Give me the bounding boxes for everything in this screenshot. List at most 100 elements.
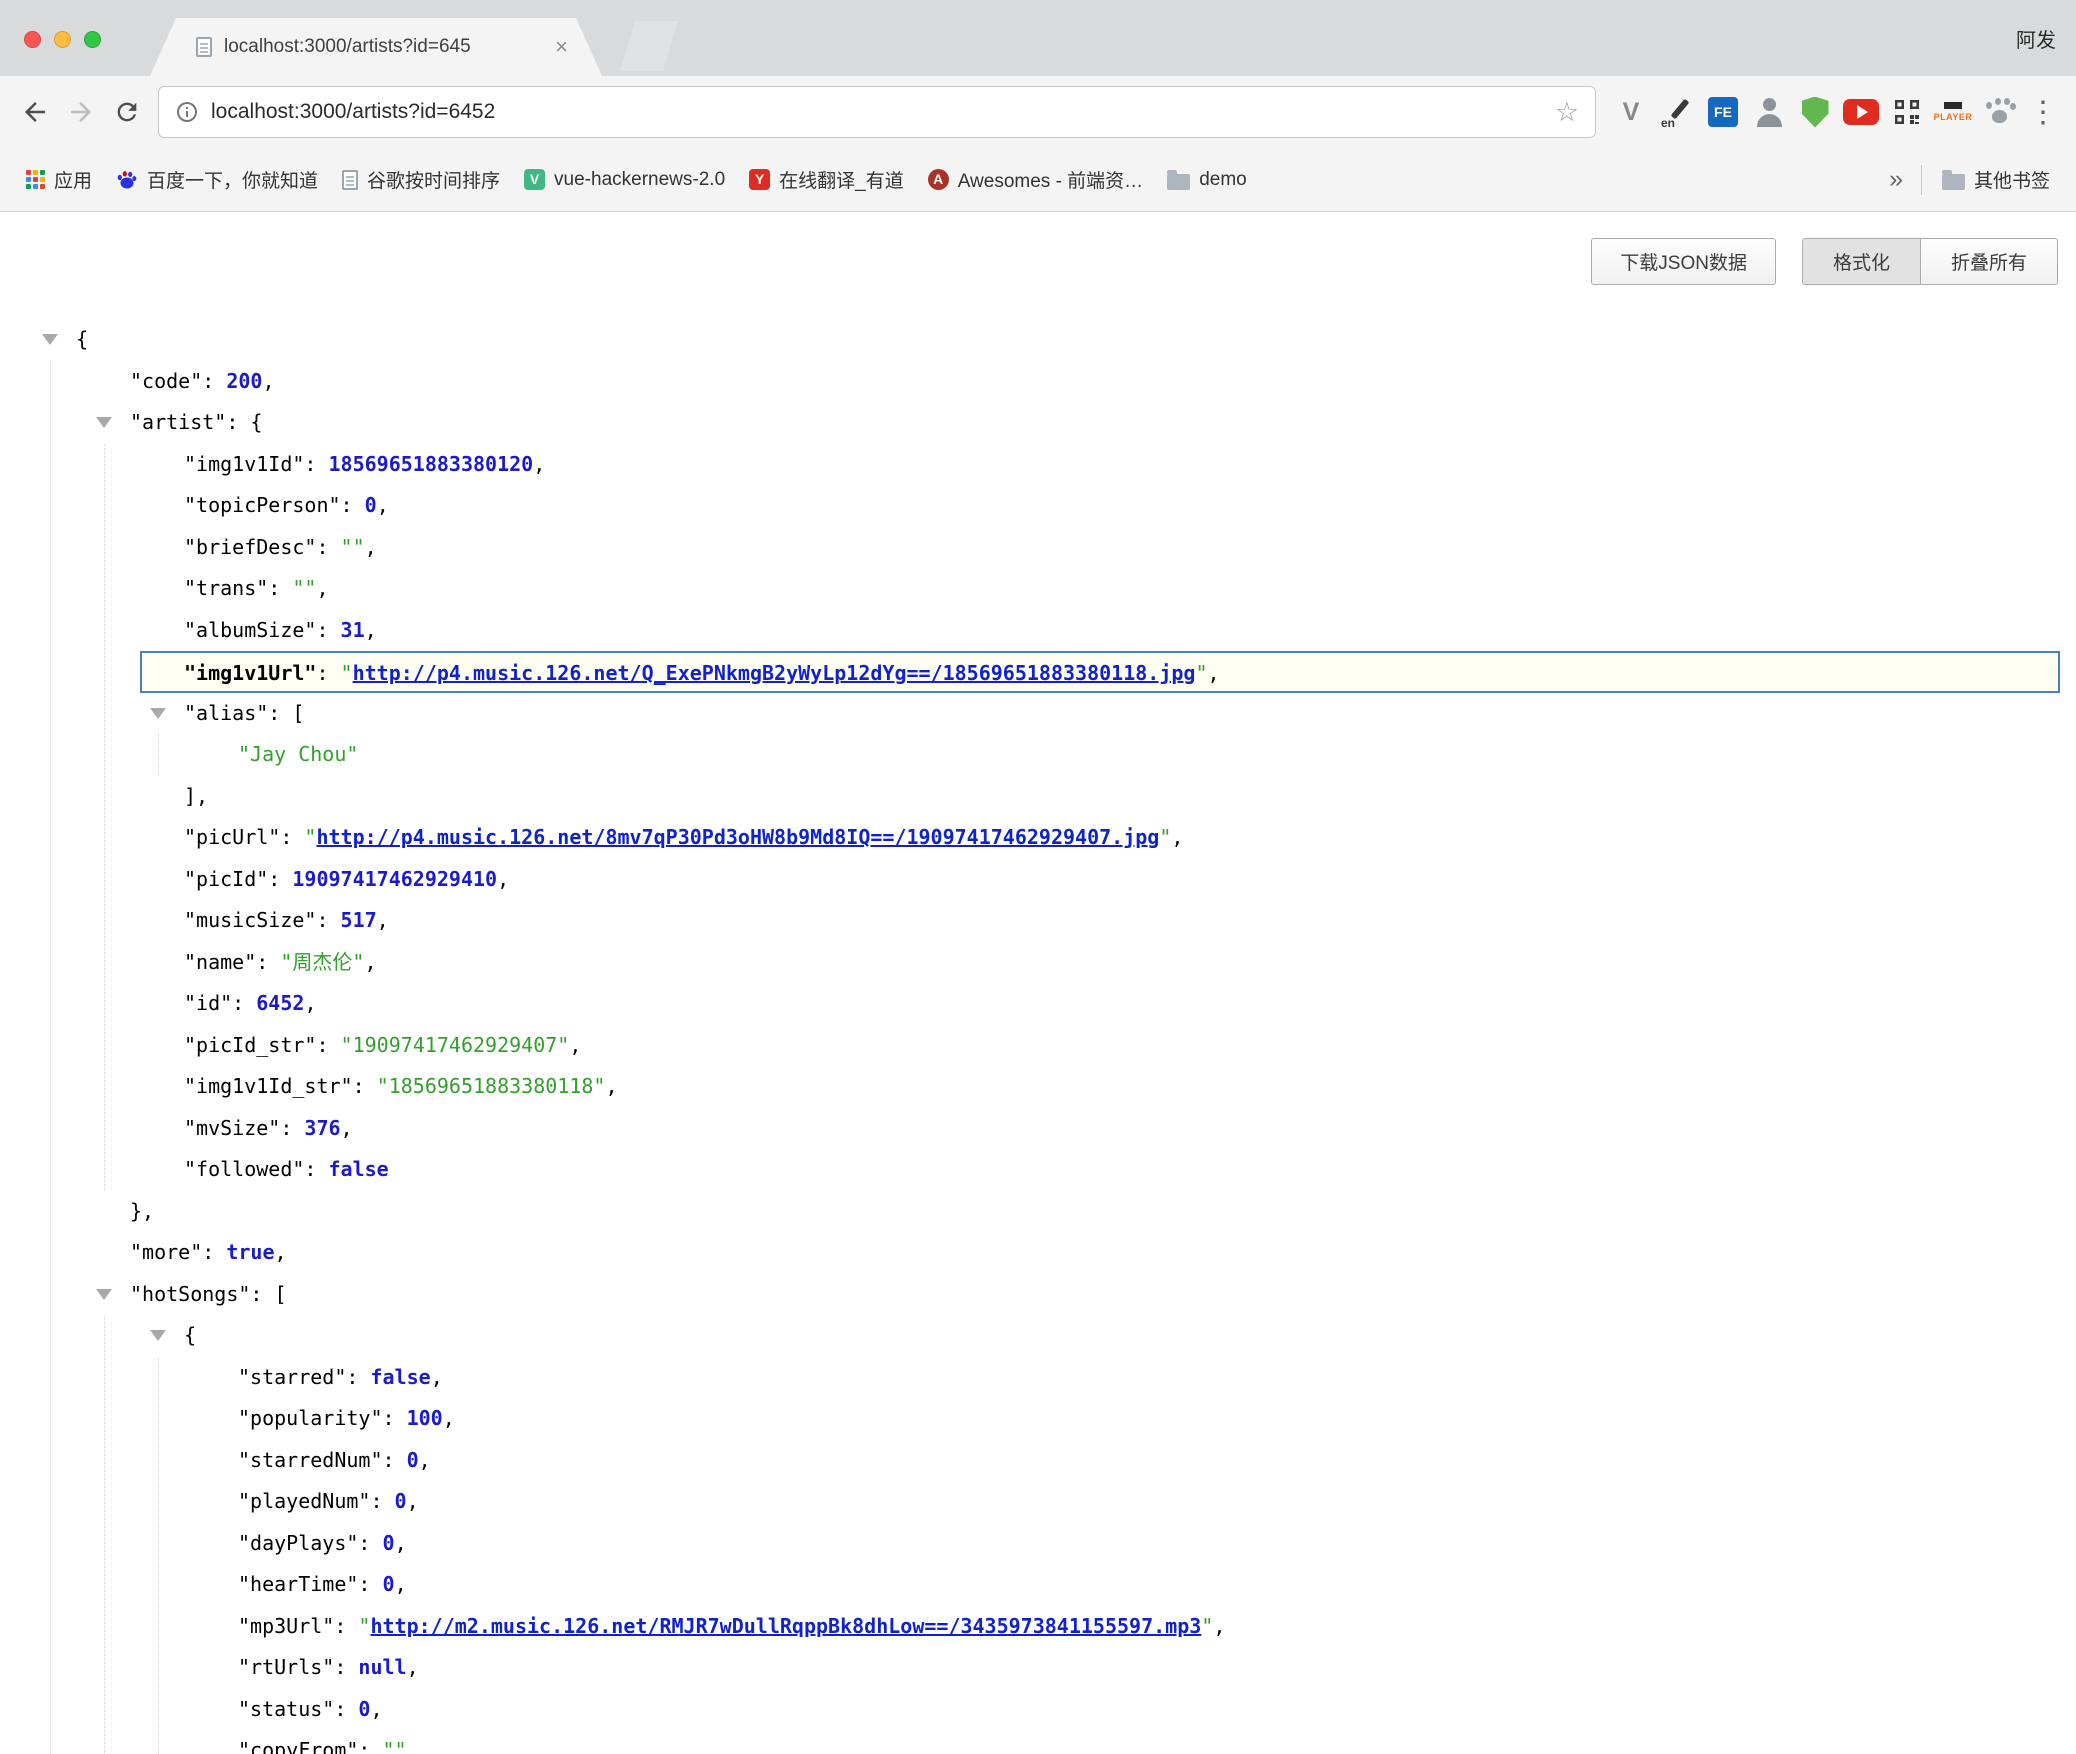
- json-token-punct: :: [358, 1572, 382, 1596]
- json-line: "albumSize": 31,: [0, 610, 2076, 652]
- bookmark-item[interactable]: Vvue-hackernews-2.0: [514, 162, 735, 198]
- reload-button[interactable]: [104, 89, 150, 135]
- window-controls: [24, 31, 101, 48]
- back-button[interactable]: [12, 89, 58, 135]
- json-line: "musicSize": 517,: [0, 900, 2076, 942]
- json-token-punct: :: [316, 1033, 340, 1057]
- json-line: "playedNum": 0,: [0, 1481, 2076, 1523]
- bookmark-items: 应用百度一下，你就知道 谷歌按时间排序 Vvue-hackernews-2.0Y在线…: [16, 159, 1881, 200]
- collapse-all-button[interactable]: 折叠所有: [1920, 239, 2057, 284]
- bookmark-label: Awesomes - 前端资…: [958, 166, 1143, 193]
- json-token-str: "18569651883380118": [377, 1074, 606, 1098]
- extension-qrcode-icon[interactable]: [1884, 89, 1930, 135]
- json-token-key: "code": [130, 369, 202, 393]
- window-zoom-button[interactable]: [84, 31, 101, 48]
- site-info-icon[interactable]: [175, 100, 199, 124]
- json-token-key: "more": [130, 1240, 202, 1264]
- profile-name[interactable]: 阿发: [2016, 24, 2056, 53]
- download-json-button[interactable]: 下载JSON数据: [1591, 238, 1776, 285]
- json-token-punct: :: [316, 535, 340, 559]
- format-button[interactable]: 格式化: [1803, 239, 1920, 284]
- json-token-punct: ,: [304, 991, 316, 1015]
- json-token-punct: {: [76, 327, 88, 351]
- extension-translate-en-icon[interactable]: en: [1654, 89, 1700, 135]
- json-token-num: 31: [341, 618, 365, 642]
- bookmark-item[interactable]: AAwesomes - 前端资…: [918, 159, 1153, 200]
- json-token-key: "topicPerson": [184, 493, 341, 517]
- player-bar-glyph: [1944, 102, 1962, 109]
- json-token-punct: ,: [1213, 1614, 1225, 1638]
- json-token-key: "img1v1Id_str": [184, 1074, 353, 1098]
- json-token-punct: :: [202, 1240, 226, 1264]
- json-token-punct: ,: [1171, 825, 1183, 849]
- extension-contact-icon[interactable]: [1746, 89, 1792, 135]
- json-token-punct: :: [353, 1074, 377, 1098]
- bookmark-item[interactable]: 谷歌按时间排序: [332, 159, 510, 200]
- bookmark-item[interactable]: Y在线翻译_有道: [739, 159, 914, 200]
- window-close-button[interactable]: [24, 31, 41, 48]
- extension-vimium-icon[interactable]: V: [1608, 89, 1654, 135]
- json-line: "mvSize": 376,: [0, 1108, 2076, 1150]
- bookmark-label: 应用: [54, 166, 92, 193]
- json-token-key: "rtUrls": [238, 1655, 334, 1679]
- other-bookmarks-label: 其他书签: [1974, 166, 2050, 193]
- baidu-paw-icon: [116, 169, 138, 191]
- json-token-key: "id": [184, 991, 232, 1015]
- extensions-row: VenFE PLAYER: [1608, 89, 2022, 135]
- bookmark-label: demo: [1199, 169, 1247, 191]
- json-url-link[interactable]: http://p4.music.126.net/8mv7qP30Pd3oHW8b…: [316, 825, 1159, 849]
- json-url-link[interactable]: http://p4.music.126.net/Q_ExePNkmgB2yWyL…: [353, 661, 1196, 685]
- bookmark-star-icon[interactable]: ☆: [1555, 97, 1579, 128]
- json-token-num: 100: [407, 1406, 443, 1430]
- json-token-num: 0: [365, 493, 377, 517]
- json-line: "artist": {: [0, 402, 2076, 444]
- extension-paw-icon[interactable]: [1976, 89, 2022, 135]
- json-token-key: "hearTime": [238, 1572, 358, 1596]
- json-url-link[interactable]: http://m2.music.126.net/RMJR7wDullRqppBk…: [370, 1614, 1201, 1638]
- collapse-toggle-icon[interactable]: [96, 417, 112, 428]
- json-token-punct: :: [316, 661, 340, 685]
- other-bookmarks-folder[interactable]: 其他书签: [1932, 159, 2060, 200]
- json-token-str: "": [341, 535, 365, 559]
- json-token-punct: ,: [407, 1738, 419, 1754]
- reload-icon: [113, 98, 141, 126]
- json-token-key: "albumSize": [184, 618, 316, 642]
- collapse-toggle-icon[interactable]: [150, 708, 166, 719]
- json-token-num: 0: [383, 1572, 395, 1596]
- collapse-toggle-icon[interactable]: [96, 1289, 112, 1300]
- forward-button[interactable]: [58, 89, 104, 135]
- window-minimize-button[interactable]: [54, 31, 71, 48]
- json-token-str: "": [383, 1738, 407, 1754]
- json-token-key: "playedNum": [238, 1489, 370, 1513]
- json-token-key: "name": [184, 950, 256, 974]
- url-text[interactable]: localhost:3000/artists?id=6452: [211, 100, 1555, 124]
- json-token-punct: :: [316, 908, 340, 932]
- browser-tab[interactable]: localhost:3000/artists?id=645 ×: [150, 18, 602, 76]
- address-bar[interactable]: localhost:3000/artists?id=6452 ☆: [158, 86, 1596, 138]
- json-token-punct: :: [383, 1406, 407, 1430]
- apps-grid-dot: [40, 177, 45, 182]
- browser-menu-icon[interactable]: ⋮: [2022, 95, 2064, 130]
- json-token-key: "hotSongs": [130, 1282, 250, 1306]
- extension-shield-icon[interactable]: [1792, 89, 1838, 135]
- json-token-punct: :: [280, 825, 304, 849]
- json-token-key: "img1v1Id": [184, 452, 304, 476]
- bookmark-label: 谷歌按时间排序: [367, 166, 500, 193]
- new-tab-button[interactable]: [620, 21, 678, 71]
- extension-youtube-icon[interactable]: [1838, 89, 1884, 135]
- back-arrow-icon: [20, 97, 50, 127]
- json-token-punct: },: [130, 1199, 154, 1223]
- bookmark-item[interactable]: 百度一下，你就知道: [106, 159, 328, 200]
- bookmark-item[interactable]: 应用: [16, 159, 102, 200]
- collapse-toggle-icon[interactable]: [150, 1330, 166, 1341]
- json-line: "code": 200,: [0, 361, 2076, 403]
- extension-fe-icon[interactable]: FE: [1700, 89, 1746, 135]
- tab-close-icon[interactable]: ×: [555, 36, 568, 58]
- extension-player-icon[interactable]: PLAYER: [1930, 89, 1976, 135]
- json-token-punct: {: [184, 1323, 196, 1347]
- translate-pen-icon: en: [1661, 96, 1693, 128]
- json-line: "rtUrls": null,: [0, 1647, 2076, 1689]
- collapse-toggle-icon[interactable]: [42, 334, 58, 345]
- bookmarks-overflow-chevron[interactable]: »: [1881, 165, 1911, 194]
- bookmark-item[interactable]: demo: [1157, 162, 1257, 198]
